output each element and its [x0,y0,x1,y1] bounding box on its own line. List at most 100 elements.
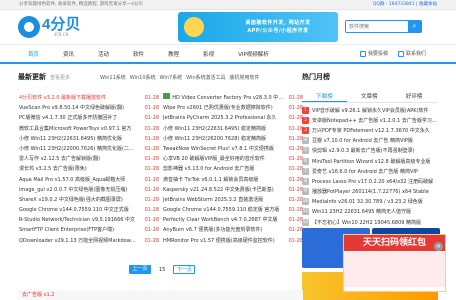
nav-item-movies[interactable]: 影视 [203,50,214,58]
hot-list-item[interactable]: 11 Win11 23H2 22631.6495 精简无人值守版 [302,207,440,217]
tag-link[interactable]: 装机常用软件 [230,74,260,81]
list-item-title[interactable]: ShareX v19.0.2 中文绿色版(强大的截图录屏) [19,195,123,205]
list-item[interactable]: PC版微信 v4.1.7.30 正式版多开防撤回补丁 01-28 [19,113,159,123]
list-item[interactable]: 小修 Win11 23H2(22000.7626) 精简优化版(二合一) 01-2… [19,144,159,154]
list-item[interactable]: AnyBurn v6.7 便携版(多功能光盘刻录软件) 01-28 [163,225,303,235]
list-item[interactable]: 心享VB 20 破解版VIP版_最全好用的音乐软件 01-28 [163,154,303,164]
list-item-title[interactable]: 4分贝软件 v3.2.0 最新版下载播放软件 [19,93,106,103]
tag-link[interactable]: Win11系统 [100,74,126,81]
hot-list-item[interactable]: 12 【不忘初心】Win10 22H2 19045.6809 精简版 [302,217,440,227]
list-item-title[interactable]: R-Studio Network/Technician v9.5.191666 … [19,215,135,225]
nav-item-news[interactable]: 资讯 [63,50,74,58]
list-item-title[interactable]: 心享VB 20 破解版VIP版_最全好用的音乐软件 [163,154,265,164]
hot-item-title[interactable]: MediaInfo v26.01 32.30.789 / v3.23.2 绿色版 [312,198,440,205]
list-item[interactable]: 漫长鸡 v3.2.5 去广告版(限免) 01-28 [19,164,159,174]
hot-list-item[interactable]: 9 播放器PotPlayer 260114(1.7.22776) x64 Stab… [302,187,440,197]
list-item-title[interactable]: 小修 Win11 23H2(22000.7626) 精简优化版(二合一) [19,144,137,154]
site-logo[interactable]: 4分贝 4FB.CN [18,16,80,38]
list-item[interactable]: 小修 Win11 23H2(22631.6495) 稳定精简版 01-28 [163,124,303,134]
list-item[interactable]: 小修 Win11 23H2(26200.7628) 稳定精简版 01-28 [163,134,303,144]
tab-articles[interactable]: 文章榜 [347,92,392,102]
list-item-title[interactable]: HD Video Converter Factory Pro v28.3.0 中… [172,93,285,103]
tag-link[interactable]: Win系统激活工具 [186,74,225,81]
list-item-title[interactable]: QDownloader v29.1.13 万能全网视频Markdown下载 [19,236,137,246]
hot-item-title[interactable]: 爱奇艺 v16.6.0 for Android 去广告版 精简VIP [312,168,440,175]
hot-item-title[interactable]: MiniTool Partition Wizard v12.8 破解版高级专业版 [312,158,440,165]
next-page-button[interactable]: 下一页 [173,265,196,274]
header-banner-ad[interactable]: 桌面确软件开发, 网站开发 APP/公众号/小程序开发 [178,12,338,42]
list-item[interactable]: 微软工具合集Microsoft PowerToys v0.97.1 官方 01-2… [19,124,159,134]
hot-item-title[interactable]: 豆瓣 v7.10.0 for Android 去广告 精简VIP版 [312,137,440,144]
list-item-title[interactable]: 小修 Win11 23H2(22631.6495) 稳定精简版 [163,124,266,134]
list-item-title[interactable]: 微软工具合集Microsoft PowerToys v0.97.1 官方 [19,124,131,134]
list-item-title[interactable]: Google Chrome v144.0.7559.110 中文正式版 [19,205,129,215]
nav-item-home[interactable]: 首页 [28,50,39,58]
submit-button[interactable]: 我要投稿 [359,50,388,57]
hot-list-item[interactable]: 2 安卓版Notepad++ 去广告版 v1.2.0.1 去广告版学习VIP版 [302,115,440,125]
list-item[interactable]: Aqua Mail Pro v1.57.0 高级版_Aqua邮箱大师 01-28 [19,175,159,185]
hot-list-item[interactable]: 6 MiniTool Partition Wizard v12.8 破解版高级专业… [302,156,440,166]
list-item-title[interactable]: image_gui v2.0.0.7 中文绿色版(图像无损压缩) [19,185,127,195]
nav-item-tutorials[interactable]: 教程 [168,50,179,58]
list-item[interactable]: Google Chrome v144.0.7559.110 中文正式版 01-28 [19,205,159,215]
nav-item-vip-video[interactable]: VIP视频解析 [238,50,269,58]
prev-page-button[interactable]: 上一页 [129,265,151,274]
hot-list-item[interactable]: 5 快剪辑 v2.9.0.3 最新去广告版(不再强制登录) [302,146,440,156]
list-item-title[interactable]: 滴音抽卡 TicTok v6.0.1.1 解锁会员高级版 [163,175,258,185]
tag-link[interactable]: Win10系统 [130,74,156,81]
close-icon[interactable]: × [434,242,443,251]
list-item-title[interactable]: PC版微信 v4.1.7.30 正式版多开防撤回补丁 [19,113,117,123]
list-item-title[interactable]: Kaspersky v21.24.8.522 中文免费版(卡巴斯基) [163,185,274,195]
hot-list-item[interactable]: 10 MediaInfo v26.01 32.30.789 / v3.23.2 绿… [302,197,440,207]
hot-item-title[interactable]: Process Lasso Pro v17.0.2.20 x64/x32 注册码… [312,178,440,185]
list-item[interactable]: 4分贝软件 v3.2.0 最新版下载播放软件 01-28 [19,93,159,103]
hot-list-item[interactable]: 4 豆瓣 v7.10.0 for Android 去广告 精简VIP版 [302,136,440,146]
red-packet-popup[interactable]: 天天扫码领红包 × [343,234,446,292]
page-number[interactable]: 15 [159,267,165,273]
list-item[interactable]: SmartFTP Client Enterprise(FTP客户端) 01-28 [19,225,159,235]
list-item[interactable]: HD Video Converter Factory Pro v28.3.0 中… [163,93,303,103]
search-input[interactable] [346,21,408,32]
list-item-title[interactable]: 小修 Win11 23H2(22631.6495) 精简优化版 [19,134,122,144]
list-item-title[interactable]: 小修 Win11 23H2(26200.7628) 稳定精简版 [163,134,266,144]
list-item[interactable]: TweakNow WinSecret Plus! v7.8.1 中文便携版 01-… [163,144,303,154]
list-item[interactable]: 雷人写作 v2.12.5 去广告解锁版(翻) 01-28 [19,154,159,164]
tag-link[interactable]: Win7系统 [160,74,183,81]
hot-list-item[interactable]: 8 Process Lasso Pro v17.0.2.20 x64/x32 注册… [302,176,440,186]
search-icon[interactable]: ⌕ [408,21,421,32]
hot-item-title[interactable]: 快剪辑 v2.9.0.3 最新去广告版(不再强制登录) [312,147,440,154]
list-item-title[interactable]: HMRonitor Pro v1.57 便携版(高级硬件监控软件) [163,236,275,246]
list-item-title[interactable]: 雷人写作 v2.12.5 去广告解锁版(翻) [19,154,100,164]
nav-item-software[interactable]: 软件 [133,50,144,58]
top-links[interactable]: QQ群 : 184733841 | 收藏本站 [373,0,437,9]
list-item-title[interactable]: SmartFTP Client Enterprise(FTP客户端) [19,225,114,235]
list-item[interactable]: JetBrains WebStorm 2025.3.2 直装激活版 01-28 [163,195,303,205]
list-item-title[interactable]: Wipe Pro v2601 已购优惠版(专业数据擦除软件) [163,103,273,113]
list-item-title[interactable]: JetBrains PyCharm 2025.3.2 Professional … [163,113,276,123]
list-item[interactable]: R-Studio Network/Technician v9.5.191666 … [19,215,159,225]
list-item[interactable]: JetBrains PyCharm 2025.3.2 Professional … [163,113,303,123]
list-item-title[interactable]: JetBrains WebStorm 2025.3.2 直装激活版 [163,195,263,205]
list-item[interactable]: VueScan Pro v9.8.50.14 中文绿色破解版(翻) 01-28 [19,103,159,113]
list-item[interactable]: Kaspersky v21.24.8.522 中文免费版(卡巴斯基) 01-28 [163,185,303,195]
list-item[interactable]: Google Chrome v144.0.7559.110 稳定版 官方版 01-… [163,205,303,215]
list-item-title[interactable]: 剪影神器 v3.13.0 for Android 去广告版 [163,164,254,174]
hot-item-title[interactable]: 万兴PDF专家 PDFelement v12.1.7.3670 中文永久 [312,127,440,134]
list-item[interactable]: Wipe Pro v2601 已购优惠版(专业数据擦除软件) 01-28 [163,103,303,113]
list-item[interactable]: 剪影神器 v3.13.0 for Android 去广告版 01-28 [163,164,303,174]
hot-item-title[interactable]: 【不忘初心】Win10 22H2 19045.6809 精简版 [312,219,440,226]
list-item[interactable]: 小修 Win11 23H2(22631.6495) 精简优化版 01-28 [19,134,159,144]
list-item-title[interactable]: Google Chrome v144.0.7559.110 稳定版 官方版 [163,205,279,215]
list-item-title[interactable]: 漫长鸡 v3.2.5 去广告版(限免) [19,164,87,174]
tab-ratings[interactable]: 好评榜 [392,92,437,102]
list-item-title[interactable]: AnyBurn v6.7 便携版(多功能光盘刻录软件) [163,225,262,235]
list-item[interactable]: HMRonitor Pro v1.57 便携版(高级硬件监控软件) 01-28 [163,236,303,246]
list-item[interactable]: ShareX v19.0.2 中文绿色版(强大的截图录屏) 01-28 [19,195,159,205]
list-item[interactable]: image_gui v2.0.0.7 中文绿色版(图像无损压缩) 01-28 [19,185,159,195]
hot-item-title[interactable]: 播放器PotPlayer 260114(1.7.22776) x64 Stabl… [312,188,440,195]
tab-downloads[interactable]: 下载榜 [302,92,347,102]
list-item[interactable]: 滴音抽卡 TicTok v6.0.1.1 解锁会员高级版 01-28 [163,175,303,185]
list-item-title[interactable]: VueScan Pro v9.8.50.14 中文绿色破解版(翻) [19,103,124,113]
list-item-title[interactable]: Aqua Mail Pro v1.57.0 高级版_Aqua邮箱大师 [19,175,125,185]
contact-button[interactable]: 联系我们 [397,50,426,57]
